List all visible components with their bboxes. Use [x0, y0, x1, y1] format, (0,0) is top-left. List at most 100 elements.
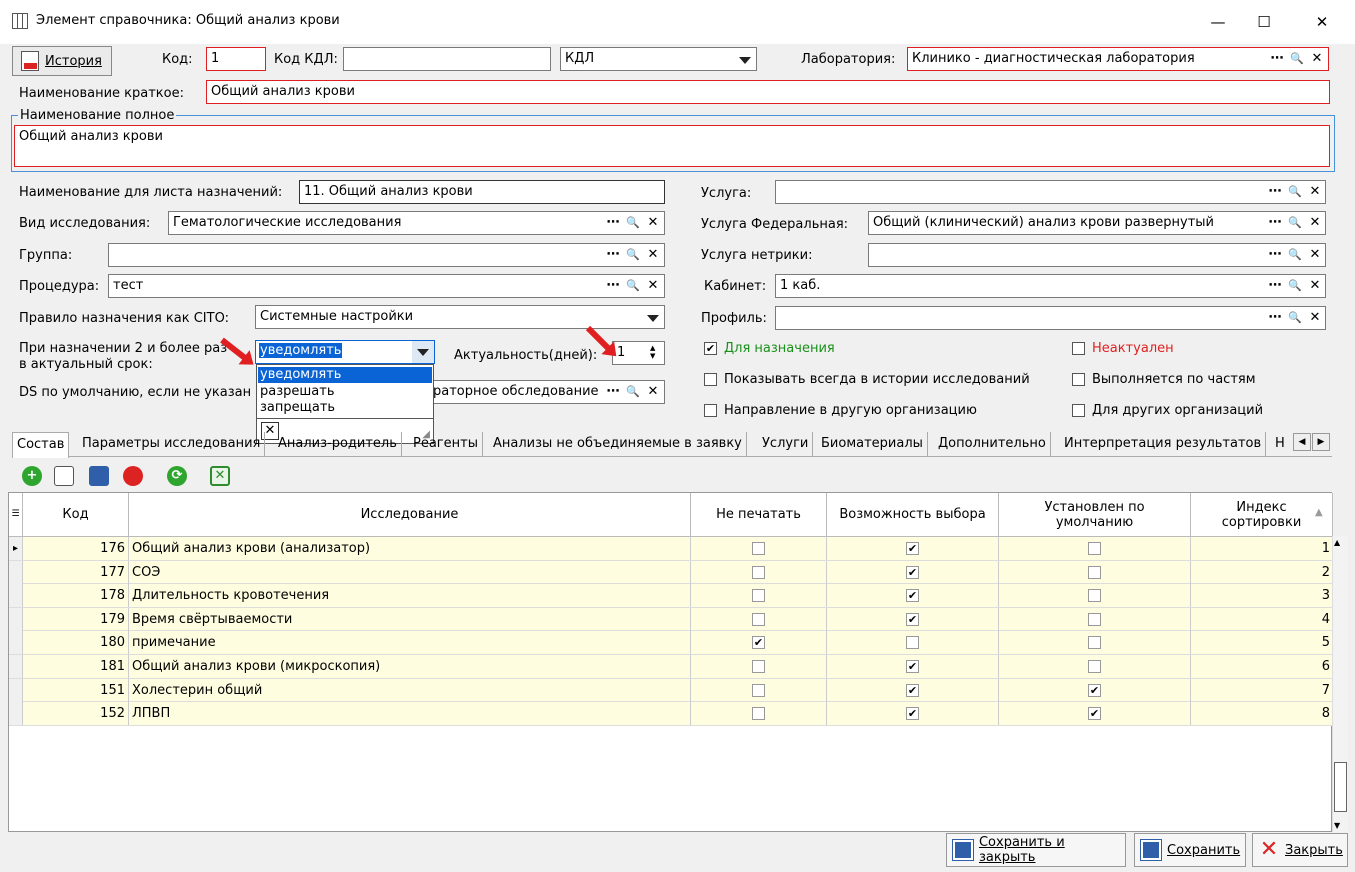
kdl-input[interactable]	[343, 47, 551, 71]
research-type-input[interactable]: Гематологические исследования	[168, 211, 665, 235]
table-row[interactable]: 177 СОЭ ✔ 2	[9, 560, 1333, 585]
cell-no-print-checkbox[interactable]	[752, 660, 765, 673]
table-row[interactable]: ▸ 176 Общий анализ крови (анализатор) ✔ 1	[9, 537, 1333, 561]
kdl-chevron-down-icon[interactable]	[739, 57, 751, 64]
cell-choice-checkbox[interactable]: ✔	[906, 589, 919, 603]
edit-icon[interactable]	[54, 466, 74, 486]
cell-no-print-checkbox[interactable]	[752, 542, 765, 555]
profile-dots-icon[interactable]: ⋯	[1265, 307, 1285, 329]
lab-search-icon[interactable]: 🔍	[1287, 48, 1307, 70]
tab-parameters[interactable]: Параметры исследования	[78, 432, 266, 457]
short-name-input[interactable]: Общий анализ крови	[206, 80, 1330, 104]
cell-no-print[interactable]	[691, 537, 827, 560]
scroll-thumb[interactable]	[1334, 762, 1347, 812]
cell-choice-checkbox[interactable]: ✔	[906, 660, 919, 673]
cabinet-input[interactable]: 1 каб.	[775, 274, 1326, 298]
procedure-clear-icon[interactable]: ✕	[643, 275, 663, 297]
tab-composition[interactable]: Состав	[12, 432, 70, 458]
tab-non-combined[interactable]: Анализы не объединяемые в заявку	[489, 432, 747, 457]
close-window-button[interactable]: ✕	[1312, 12, 1332, 32]
fed-service-clear-icon[interactable]: ✕	[1305, 212, 1325, 234]
research-type-dots-icon[interactable]: ⋯	[603, 212, 623, 234]
netrika-search-icon[interactable]: 🔍	[1285, 244, 1305, 266]
cabinet-clear-icon[interactable]: ✕	[1305, 275, 1325, 297]
cell-no-print[interactable]: ✔	[691, 631, 827, 655]
cell-choice[interactable]: ✔	[827, 537, 999, 560]
cell-no-print[interactable]	[691, 702, 827, 726]
cell-default[interactable]	[999, 560, 1191, 584]
cell-no-print-checkbox[interactable]	[752, 565, 765, 579]
cell-default[interactable]: ✔	[999, 702, 1191, 726]
tab-more[interactable]: Н	[1271, 432, 1291, 457]
table-row[interactable]: 178 Длительность кровотечения ✔ 3	[9, 584, 1333, 608]
lab-input[interactable]: Клинико - диагностическая лаборатория	[907, 47, 1329, 71]
cell-choice[interactable]: ✔	[827, 702, 999, 726]
netrika-clear-icon[interactable]: ✕	[1305, 244, 1325, 266]
cell-no-print[interactable]	[691, 655, 827, 678]
cell-choice-checkbox[interactable]: ✔	[906, 565, 919, 579]
ds-dots-icon[interactable]: ⋯	[603, 381, 623, 403]
cell-default-checkbox[interactable]	[1088, 612, 1101, 626]
cell-choice[interactable]: ✔	[827, 607, 999, 631]
cell-default-checkbox[interactable]	[1088, 589, 1101, 603]
service-clear-icon[interactable]: ✕	[1305, 181, 1325, 203]
cell-default-checkbox[interactable]	[1088, 565, 1101, 579]
code-input[interactable]: 1	[206, 47, 266, 71]
cell-default[interactable]	[999, 584, 1191, 608]
header-research[interactable]: Исследование	[129, 493, 691, 537]
save-button[interactable]: Сохранить	[1134, 833, 1246, 867]
research-type-search-icon[interactable]: 🔍	[623, 212, 643, 234]
group-search-icon[interactable]: 🔍	[623, 244, 643, 266]
direction-checkbox[interactable]	[704, 404, 717, 417]
procedure-dots-icon[interactable]: ⋯	[603, 275, 623, 297]
profile-search-icon[interactable]: 🔍	[1285, 307, 1305, 329]
show-history-checkbox[interactable]	[704, 373, 717, 386]
procedure-search-icon[interactable]: 🔍	[623, 275, 643, 297]
cell-no-print[interactable]	[691, 607, 827, 631]
cell-default-checkbox[interactable]	[1088, 542, 1101, 555]
cell-default[interactable]	[999, 655, 1191, 678]
grid-scrollbar[interactable]: ▲ ▼	[1332, 536, 1348, 832]
ds-clear-icon[interactable]: ✕	[643, 381, 663, 403]
table-row[interactable]: 181 Общий анализ крови (микроскопия) ✔ 6	[9, 655, 1333, 679]
close-button[interactable]: ✕ Закрыть	[1252, 833, 1348, 867]
cell-default[interactable]	[999, 537, 1191, 560]
repeat-option-forbid[interactable]: запрещать	[260, 400, 335, 416]
cell-default-checkbox[interactable]	[1088, 660, 1101, 673]
tab-scroll-right-icon[interactable]: ▶	[1312, 433, 1330, 451]
cell-choice[interactable]: ✔	[827, 678, 999, 702]
save-close-button[interactable]: Сохранить и закрыть	[946, 833, 1126, 867]
cell-choice-checkbox[interactable]	[906, 636, 919, 650]
cell-default-checkbox[interactable]: ✔	[1088, 707, 1101, 721]
cabinet-search-icon[interactable]: 🔍	[1285, 275, 1305, 297]
grid-menu-icon[interactable]: ☰	[9, 493, 23, 537]
lab-clear-icon[interactable]: ✕	[1307, 48, 1327, 70]
relevance-input[interactable]: 1	[612, 341, 665, 365]
cito-chevron-down-icon[interactable]	[647, 315, 659, 322]
header-default[interactable]: Установлен по умолчанию	[999, 493, 1191, 537]
repeat-option-allow[interactable]: разрешать	[260, 384, 334, 400]
fed-service-search-icon[interactable]: 🔍	[1285, 212, 1305, 234]
procedure-input[interactable]: тест	[108, 274, 665, 298]
excel-export-icon[interactable]: ✕	[210, 466, 230, 486]
maximize-button[interactable]: ☐	[1254, 12, 1274, 32]
cell-choice-checkbox[interactable]: ✔	[906, 707, 919, 721]
tab-scroll-left-icon[interactable]: ◀	[1293, 433, 1311, 451]
cell-choice[interactable]	[827, 631, 999, 655]
delete-icon[interactable]	[123, 466, 143, 486]
repeat-select[interactable]: уведомлять	[255, 340, 435, 364]
cell-no-print-checkbox[interactable]	[752, 683, 765, 697]
assign-sheet-input[interactable]: 11. Общий анализ крови	[299, 180, 665, 204]
group-clear-icon[interactable]: ✕	[643, 244, 663, 266]
minimize-button[interactable]: —	[1208, 12, 1228, 32]
service-input[interactable]	[775, 180, 1326, 204]
refresh-icon[interactable]: ⟳	[167, 466, 187, 486]
cell-no-print-checkbox[interactable]: ✔	[752, 636, 765, 650]
header-no-print[interactable]: Не печатать	[691, 493, 827, 537]
netrika-input[interactable]	[868, 243, 1326, 267]
cell-choice-checkbox[interactable]: ✔	[906, 612, 919, 626]
profile-input[interactable]	[775, 306, 1326, 330]
service-dots-icon[interactable]: ⋯	[1265, 181, 1285, 203]
cell-default[interactable]	[999, 607, 1191, 631]
repeat-chevron-down-icon[interactable]	[417, 349, 429, 356]
